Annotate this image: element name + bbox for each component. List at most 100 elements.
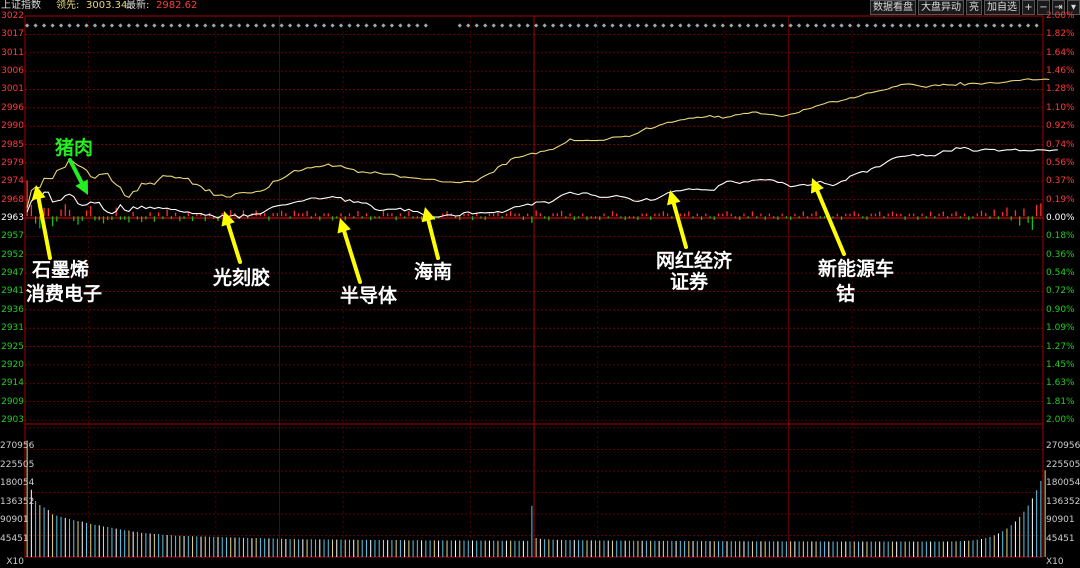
percent-tick-right: 1.09% bbox=[1046, 323, 1075, 334]
event-marker bbox=[50, 23, 55, 28]
event-marker bbox=[474, 23, 479, 28]
volume-tick-left: 90901 bbox=[0, 515, 29, 525]
price-tick-left: 2914 bbox=[1, 378, 24, 389]
event-marker bbox=[228, 23, 233, 28]
percent-tick-right: 1.81% bbox=[1046, 396, 1075, 407]
event-marker bbox=[898, 23, 904, 28]
price-tick-left: 2936 bbox=[1, 304, 24, 315]
volume-tick-left: 225505 bbox=[0, 459, 35, 470]
lead-line bbox=[26, 78, 1050, 208]
percent-tick-right: 1.27% bbox=[1046, 341, 1075, 352]
price-tick-left: 3001 bbox=[1, 84, 24, 95]
event-marker bbox=[771, 23, 776, 28]
event-marker bbox=[109, 23, 115, 28]
event-marker bbox=[152, 23, 157, 28]
event-marker bbox=[279, 23, 284, 28]
event-marker bbox=[24, 23, 30, 28]
percent-tick-right: 0.18% bbox=[1046, 231, 1075, 242]
annotation-graphene: 石墨烯 bbox=[32, 259, 90, 281]
event-marker bbox=[729, 23, 734, 28]
event-marker bbox=[763, 23, 768, 28]
annotation-semiconductor: 半导体 bbox=[340, 285, 398, 307]
price-tick-left: 2909 bbox=[1, 396, 24, 407]
hainan-arrow bbox=[421, 207, 440, 260]
event-marker bbox=[881, 23, 887, 28]
event-marker bbox=[364, 23, 369, 28]
event-marker bbox=[483, 23, 488, 28]
event-marker bbox=[304, 23, 310, 28]
price-tick-left: 3022 bbox=[1, 11, 24, 21]
annotation-new-energy-vehicle: 新能源车 bbox=[818, 258, 895, 280]
annotation-pork: 猪肉 bbox=[55, 137, 94, 159]
event-marker bbox=[160, 23, 165, 28]
event-marker bbox=[720, 23, 725, 28]
event-marker bbox=[856, 23, 861, 28]
event-marker bbox=[245, 23, 250, 28]
event-marker bbox=[508, 23, 513, 28]
percent-tick-right: 0.00% bbox=[1046, 213, 1075, 223]
event-marker bbox=[330, 23, 335, 28]
event-marker bbox=[135, 23, 140, 28]
price-tick-left: 2963 bbox=[1, 213, 24, 223]
event-marker bbox=[220, 23, 225, 28]
event-marker bbox=[661, 23, 666, 28]
volume-tick-right: 180054 bbox=[1046, 478, 1080, 488]
event-marker bbox=[338, 23, 344, 28]
volume-tick-right: 90901 bbox=[1046, 515, 1075, 525]
event-marker bbox=[805, 23, 810, 28]
event-marker bbox=[864, 23, 870, 28]
percent-tick-right: 2.00% bbox=[1046, 11, 1075, 21]
price-tick-left: 2996 bbox=[1, 102, 24, 113]
volume-tick-right: 136352 bbox=[1046, 496, 1080, 507]
event-marker bbox=[966, 23, 971, 28]
percent-tick-right: 0.54% bbox=[1046, 268, 1075, 279]
event-marker bbox=[627, 23, 632, 28]
event-marker bbox=[143, 23, 149, 28]
annotation-consumer-electronics: 消费电子 bbox=[26, 283, 103, 305]
price-tick-left: 3017 bbox=[1, 29, 24, 40]
event-marker bbox=[1026, 23, 1031, 28]
event-marker bbox=[287, 23, 293, 28]
graphene-arrow bbox=[31, 185, 52, 260]
percent-tick-right: 0.74% bbox=[1046, 139, 1075, 150]
event-marker bbox=[118, 23, 123, 28]
percent-tick-right: 0.92% bbox=[1046, 121, 1075, 132]
event-marker bbox=[101, 23, 106, 28]
annotation-securities: 证券 bbox=[670, 271, 709, 293]
price-tick-left: 2952 bbox=[1, 249, 24, 260]
event-marker bbox=[186, 23, 191, 28]
percent-tick-right: 0.72% bbox=[1046, 286, 1075, 297]
volume-tick-left: 270956 bbox=[0, 441, 35, 451]
pork-arrow bbox=[68, 158, 88, 195]
event-marker bbox=[92, 23, 98, 28]
event-marker bbox=[593, 23, 598, 28]
price-tick-left: 3011 bbox=[1, 47, 24, 58]
percent-tick-right: 0.37% bbox=[1046, 176, 1075, 187]
event-marker bbox=[635, 23, 641, 28]
event-marker bbox=[296, 23, 301, 28]
event-marker bbox=[584, 23, 590, 28]
event-marker bbox=[644, 23, 649, 28]
price-tick-left: 2920 bbox=[1, 359, 24, 370]
percent-tick-right: 0.36% bbox=[1046, 249, 1075, 260]
price-tick-left: 2974 bbox=[1, 176, 24, 187]
event-marker bbox=[33, 23, 38, 28]
event-marker bbox=[58, 23, 64, 28]
percent-tick-right: 1.45% bbox=[1046, 359, 1075, 370]
price-tick-left: 3006 bbox=[1, 66, 24, 77]
percent-tick-right: 1.28% bbox=[1046, 84, 1075, 95]
price-tick-left: 2990 bbox=[1, 121, 24, 132]
volume-tick-right: 45451 bbox=[1046, 533, 1075, 544]
event-marker bbox=[915, 23, 920, 28]
event-marker bbox=[796, 23, 802, 28]
event-marker bbox=[372, 23, 378, 28]
event-marker bbox=[703, 23, 708, 28]
intraday-chart bbox=[24, 15, 1058, 558]
event-marker bbox=[211, 23, 216, 28]
event-marker bbox=[406, 23, 411, 28]
event-marker bbox=[254, 23, 259, 28]
event-marker bbox=[347, 23, 352, 28]
percent-tick-right: 0.19% bbox=[1046, 194, 1075, 205]
event-marker bbox=[398, 23, 403, 28]
price-tick-left: 2941 bbox=[1, 286, 24, 297]
